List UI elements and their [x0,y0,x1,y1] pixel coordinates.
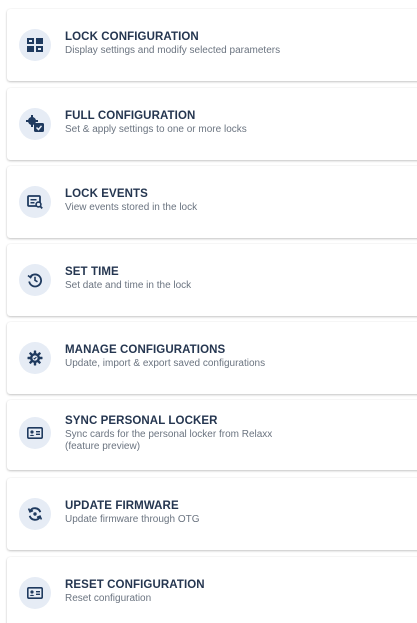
menu-item-title: SYNC PERSONAL LOCKER [65,415,218,427]
menu-item-description: Update, import & export saved configurat… [65,358,266,369]
menu-item-description: Sync cards for the personal locker from … [65,429,273,440]
menu-item-title: RESET CONFIGURATION [65,579,205,591]
menu-item-title: LOCK CONFIGURATION [65,31,199,43]
menu-item-sync-personal-locker[interactable]: SYNC PERSONAL LOCKER Sync cards for the … [7,400,417,470]
multi-settings-icon [19,108,51,140]
gear-icon [19,342,51,374]
main-menu: LOCK CONFIGURATION Display settings and … [0,0,417,623]
menu-item-description: Set date and time in the lock [65,280,192,291]
menu-item-title: SET TIME [65,266,119,278]
menu-item-lock-events[interactable]: LOCK EVENTS View events stored in the lo… [7,166,417,238]
menu-item-description: Reset configuration [65,593,152,604]
clock-history-icon [19,264,51,296]
menu-item-description: Update firmware through OTG [65,514,200,525]
menu-item-title: FULL CONFIGURATION [65,110,196,122]
menu-item-set-time[interactable]: SET TIME Set date and time in the lock [7,244,417,316]
menu-item-title: UPDATE FIRMWARE [65,500,179,512]
menu-item-reset-configuration[interactable]: RESET CONFIGURATION Reset configuration [7,557,417,623]
id-card-icon [19,577,51,609]
menu-item-title: MANAGE CONFIGURATIONS [65,344,226,356]
id-card-icon [19,417,51,449]
menu-item-description-line-2: (feature preview) [65,441,141,452]
menu-item-description: Set & apply settings to one or more lock… [65,124,247,135]
menu-item-description: Display settings and modify selected par… [65,45,281,56]
events-list-icon [19,186,51,218]
menu-item-lock-configuration[interactable]: LOCK CONFIGURATION Display settings and … [7,9,417,81]
menu-item-update-firmware[interactable]: UPDATE FIRMWARE Update firmware through … [7,478,417,550]
menu-item-description: View events stored in the lock [65,202,198,213]
menu-item-title: LOCK EVENTS [65,188,148,200]
menu-item-manage-configurations[interactable]: MANAGE CONFIGURATIONS Update, import & e… [7,322,417,394]
sync-icon [19,498,51,530]
menu-item-full-configuration[interactable]: FULL CONFIGURATION Set & apply settings … [7,88,417,160]
grid-icon [19,29,51,61]
